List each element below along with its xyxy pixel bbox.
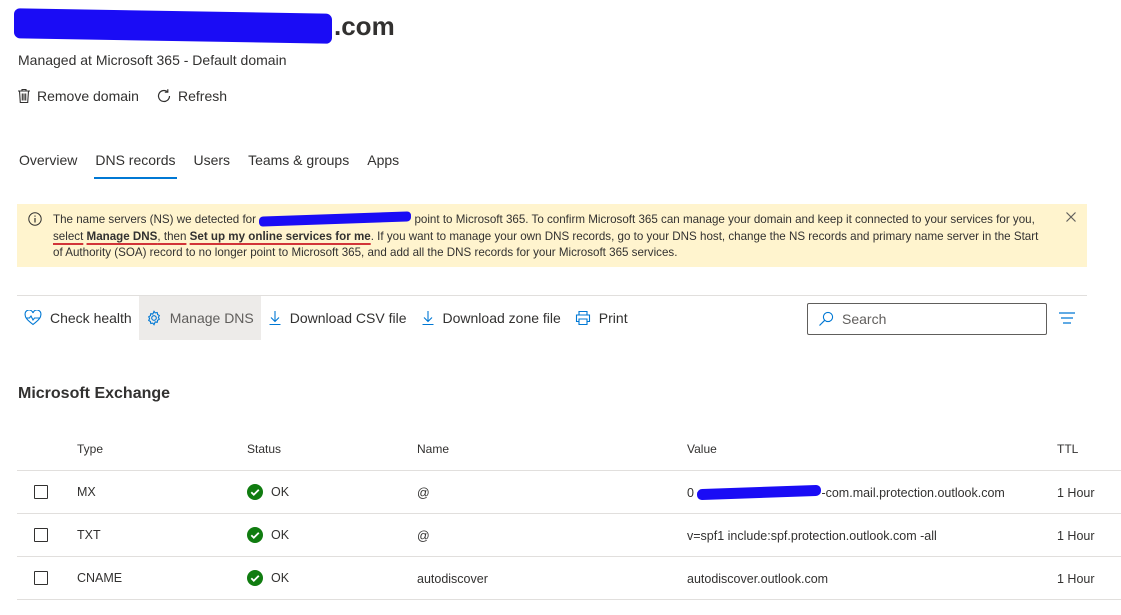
- print-button[interactable]: Print: [568, 296, 635, 340]
- record-value: 0 -com.mail.protection.outlook.com: [687, 484, 1005, 501]
- download-zone-button[interactable]: Download zone file: [414, 296, 568, 340]
- heart-pulse-icon: [24, 310, 42, 326]
- tab-apps[interactable]: Apps: [367, 150, 399, 178]
- tab-teams-groups[interactable]: Teams & groups: [248, 150, 349, 178]
- remove-domain-label: Remove domain: [37, 88, 139, 104]
- row-checkbox[interactable]: [34, 485, 48, 499]
- column-header-value[interactable]: Value: [687, 442, 717, 456]
- dns-toolbar: Check health Manage DNS Download CSV fil…: [17, 296, 635, 340]
- tab-users[interactable]: Users: [194, 150, 231, 178]
- table-row[interactable]: [17, 556, 1121, 600]
- row-checkbox[interactable]: [34, 528, 48, 542]
- record-ttl: 1 Hour: [1057, 529, 1095, 543]
- record-value: v=spf1 include:spf.protection.outlook.co…: [687, 529, 937, 543]
- domain-subtitle: Managed at Microsoft 365 - Default domai…: [18, 52, 287, 68]
- domain-title-suffix: .com: [334, 10, 395, 41]
- print-label: Print: [598, 310, 628, 326]
- record-type: TXT: [77, 528, 101, 542]
- remove-domain-button[interactable]: Remove domain: [17, 88, 139, 104]
- column-header-status[interactable]: Status: [247, 442, 281, 456]
- domain-title: .com: [14, 6, 395, 46]
- record-type: CNAME: [77, 571, 123, 585]
- close-icon[interactable]: [1065, 211, 1077, 223]
- manage-dns-link[interactable]: Manage DNS: [87, 230, 158, 243]
- nameserver-warning-banner: The name servers (NS) we detected for po…: [17, 204, 1087, 267]
- record-name: @: [417, 529, 430, 543]
- column-header-name[interactable]: Name: [417, 442, 449, 456]
- check-health-label: Check health: [50, 310, 132, 326]
- printer-icon: [575, 310, 590, 326]
- search-input[interactable]: [840, 310, 1044, 328]
- domain-tabs: Overview DNS records Users Teams & group…: [19, 150, 417, 179]
- refresh-icon: [157, 89, 171, 103]
- column-header-type[interactable]: Type: [77, 442, 103, 456]
- table-row[interactable]: [17, 513, 1121, 556]
- manage-dns-label: Manage DNS: [169, 310, 254, 326]
- tab-overview[interactable]: Overview: [19, 150, 77, 178]
- column-header-ttl[interactable]: TTL: [1057, 442, 1078, 456]
- download-csv-label: Download CSV file: [289, 310, 407, 326]
- record-status: OK: [247, 527, 289, 543]
- tab-dns-records[interactable]: DNS records: [94, 150, 177, 179]
- status-label: OK: [271, 571, 290, 585]
- check-health-button[interactable]: Check health: [17, 296, 139, 340]
- redacted-value: [697, 484, 822, 501]
- check-circle-icon: [247, 484, 263, 500]
- record-type: MX: [77, 485, 96, 499]
- record-value-text: -com.mail.protection.outlook.com: [821, 486, 1005, 500]
- banner-then-text: , then: [157, 229, 187, 243]
- row-checkbox[interactable]: [34, 571, 48, 585]
- record-ttl: 1 Hour: [1057, 486, 1095, 500]
- check-circle-icon: [247, 527, 263, 543]
- record-value-prefix: 0: [687, 486, 694, 500]
- record-status: OK: [247, 484, 289, 500]
- record-status: OK: [247, 570, 289, 586]
- info-icon: [28, 212, 42, 226]
- redacted-domain-name: [14, 8, 332, 44]
- download-zone-label: Download zone file: [442, 310, 561, 326]
- record-value: autodiscover.outlook.com: [687, 572, 829, 586]
- search-box[interactable]: [807, 303, 1047, 335]
- banner-text-2: point to Microsoft 365. To confirm Micro…: [414, 213, 1035, 226]
- status-label: OK: [271, 528, 290, 542]
- banner-text-1: The name servers (NS) we detected for: [53, 213, 256, 226]
- record-name: @: [417, 486, 430, 500]
- banner-select-text: select: [53, 229, 84, 243]
- record-ttl: 1 Hour: [1057, 572, 1095, 586]
- download-icon: [269, 311, 281, 326]
- check-circle-icon: [247, 570, 263, 586]
- download-csv-button[interactable]: Download CSV file: [261, 296, 414, 340]
- refresh-label: Refresh: [178, 88, 228, 104]
- record-name: autodiscover: [417, 572, 488, 586]
- trash-icon: [18, 88, 30, 104]
- download-icon: [422, 311, 433, 326]
- setup-online-services-link[interactable]: Set up my online services for me: [190, 230, 371, 243]
- redacted-domain-inline: [259, 211, 412, 227]
- status-label: OK: [271, 485, 290, 499]
- refresh-button[interactable]: Refresh: [156, 88, 227, 104]
- manage-dns-button[interactable]: Manage DNS: [138, 296, 261, 340]
- gear-icon: [147, 310, 160, 326]
- section-title: Microsoft Exchange: [18, 385, 171, 402]
- filter-icon[interactable]: [1058, 311, 1076, 325]
- search-icon: [819, 311, 834, 326]
